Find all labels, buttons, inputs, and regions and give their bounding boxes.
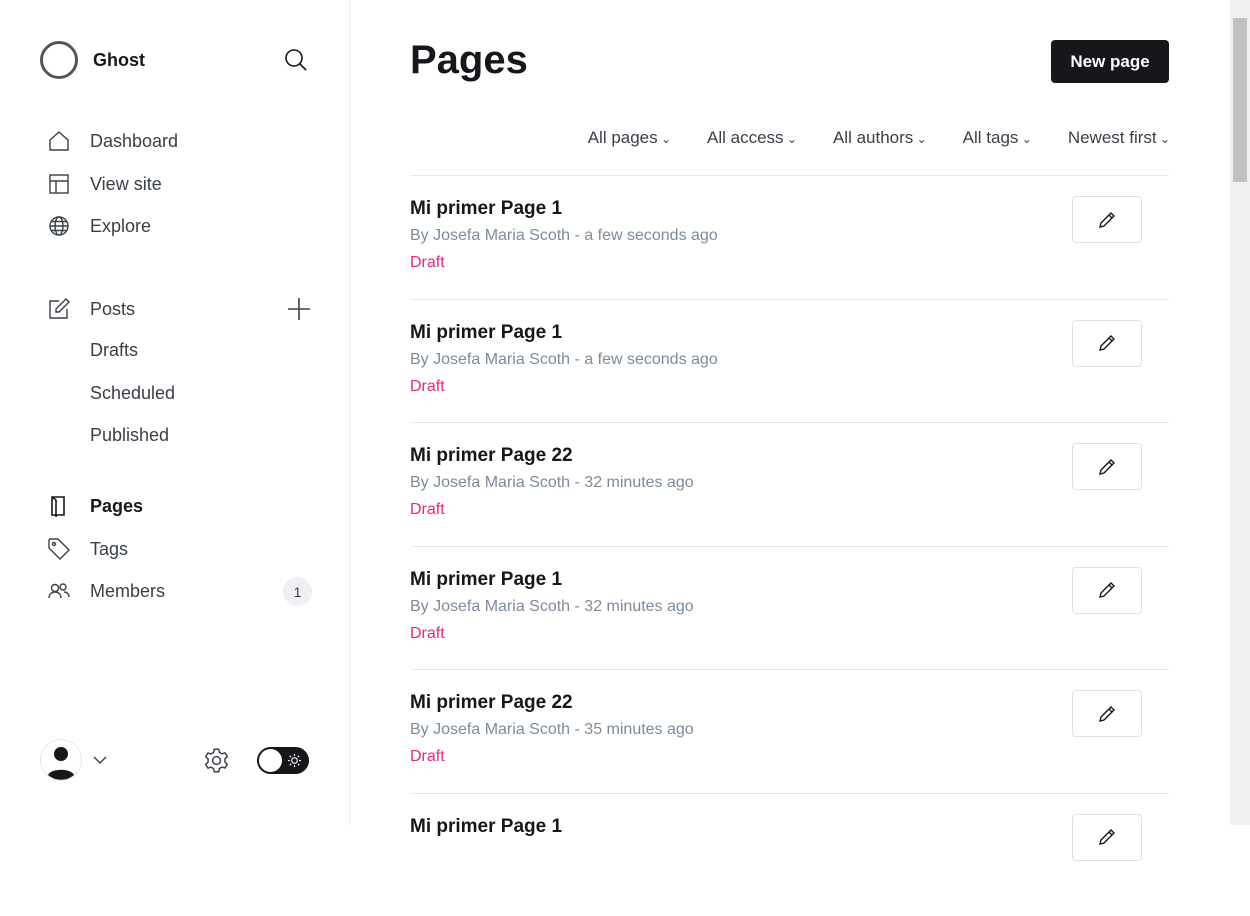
edit-button[interactable] bbox=[1072, 320, 1142, 367]
filter-type[interactable]: All pages bbox=[588, 128, 671, 148]
page-title: Pages bbox=[410, 38, 528, 83]
page-title-link[interactable]: Mi primer Page 1 bbox=[410, 569, 562, 591]
status-badge: Draft bbox=[410, 254, 445, 272]
layout-icon bbox=[47, 172, 71, 196]
page-title-link[interactable]: Mi primer Page 1 bbox=[410, 198, 562, 220]
sidebar-item-explore[interactable]: Explore bbox=[47, 214, 151, 238]
globe-icon bbox=[47, 214, 71, 238]
plus-icon[interactable] bbox=[287, 297, 311, 321]
chevron-down-icon[interactable] bbox=[92, 754, 108, 766]
pencil-icon bbox=[1097, 333, 1117, 353]
sidebar-label: Members bbox=[90, 581, 165, 602]
edit-button[interactable] bbox=[1072, 814, 1142, 861]
edit-icon bbox=[47, 297, 71, 321]
edit-button[interactable] bbox=[1072, 690, 1142, 737]
sidebar-label: Pages bbox=[90, 496, 143, 517]
table-row[interactable]: Mi primer Page 22 By Josefa Maria Scoth … bbox=[410, 669, 1169, 793]
status-badge: Draft bbox=[410, 748, 445, 766]
page-icon bbox=[47, 494, 71, 518]
sidebar-label: Explore bbox=[90, 216, 151, 237]
avatar[interactable] bbox=[40, 739, 82, 781]
table-row[interactable]: Mi primer Page 1 By Josefa Maria Scoth -… bbox=[410, 299, 1169, 423]
pencil-icon bbox=[1097, 210, 1117, 230]
filter-access[interactable]: All access bbox=[707, 128, 797, 148]
pencil-icon bbox=[1097, 580, 1117, 600]
sort-order[interactable]: Newest first bbox=[1068, 128, 1170, 148]
sidebar-item-published[interactable]: Published bbox=[90, 425, 169, 446]
page-title-link[interactable]: Mi primer Page 22 bbox=[410, 692, 573, 714]
page-meta: By Josefa Maria Scoth - 32 minutes ago bbox=[410, 598, 694, 616]
page-meta: By Josefa Maria Scoth - 35 minutes ago bbox=[410, 721, 694, 739]
page-title-link[interactable]: Mi primer Page 1 bbox=[410, 322, 562, 344]
sidebar: Ghost Dashboard View site Explore Posts … bbox=[0, 0, 350, 825]
tag-icon bbox=[47, 537, 71, 561]
page-meta: By Josefa Maria Scoth - 32 minutes ago bbox=[410, 474, 694, 492]
gear-icon[interactable] bbox=[203, 747, 230, 774]
table-row[interactable]: Mi primer Page 1 By Josefa Maria Scoth -… bbox=[410, 175, 1169, 299]
sidebar-item-members[interactable]: Members bbox=[47, 579, 165, 603]
scrollbar-thumb[interactable] bbox=[1233, 18, 1247, 182]
edit-button[interactable] bbox=[1072, 443, 1142, 490]
edit-button[interactable] bbox=[1072, 196, 1142, 243]
pencil-icon bbox=[1097, 827, 1117, 847]
table-row[interactable]: Mi primer Page 1 By Josefa Maria Scoth -… bbox=[410, 546, 1169, 670]
scrollbar[interactable] bbox=[1230, 0, 1250, 825]
page-meta: By Josefa Maria Scoth - a few seconds ag… bbox=[410, 227, 718, 245]
page-title-link[interactable]: Mi primer Page 1 bbox=[410, 816, 562, 838]
pencil-icon bbox=[1097, 457, 1117, 477]
theme-toggle[interactable] bbox=[257, 747, 309, 774]
members-count-badge: 1 bbox=[283, 577, 312, 606]
table-row[interactable]: Mi primer Page 22 By Josefa Maria Scoth … bbox=[410, 422, 1169, 546]
filter-tags[interactable]: All tags bbox=[963, 128, 1032, 148]
members-icon bbox=[47, 579, 71, 603]
sidebar-label: Posts bbox=[90, 299, 135, 320]
ghost-logo-icon bbox=[40, 41, 78, 79]
sidebar-item-posts[interactable]: Posts bbox=[47, 297, 135, 321]
sidebar-item-view-site[interactable]: View site bbox=[47, 172, 162, 196]
status-badge: Draft bbox=[410, 501, 445, 519]
status-badge: Draft bbox=[410, 625, 445, 643]
sidebar-item-tags[interactable]: Tags bbox=[47, 537, 128, 561]
sidebar-item-dashboard[interactable]: Dashboard bbox=[47, 129, 178, 153]
filter-authors[interactable]: All authors bbox=[833, 128, 927, 148]
page-title-link[interactable]: Mi primer Page 22 bbox=[410, 445, 573, 467]
sidebar-item-drafts[interactable]: Drafts bbox=[90, 340, 138, 361]
sidebar-item-scheduled[interactable]: Scheduled bbox=[90, 383, 175, 404]
sun-icon bbox=[287, 753, 302, 768]
table-row[interactable]: Mi primer Page 1 bbox=[410, 793, 1169, 916]
sidebar-label: View site bbox=[90, 174, 162, 195]
pencil-icon bbox=[1097, 704, 1117, 724]
search-icon[interactable] bbox=[284, 48, 308, 72]
home-icon bbox=[47, 129, 71, 153]
sidebar-item-pages[interactable]: Pages bbox=[47, 494, 143, 518]
filter-bar: All pages All access All authors All tag… bbox=[588, 128, 1170, 148]
sidebar-label: Tags bbox=[90, 539, 128, 560]
new-page-button[interactable]: New page bbox=[1051, 40, 1169, 83]
sidebar-label: Dashboard bbox=[90, 131, 178, 152]
edit-button[interactable] bbox=[1072, 567, 1142, 614]
status-badge: Draft bbox=[410, 378, 445, 396]
pages-list: Mi primer Page 1 By Josefa Maria Scoth -… bbox=[410, 175, 1169, 916]
brand[interactable]: Ghost bbox=[40, 41, 145, 79]
brand-name: Ghost bbox=[93, 50, 145, 71]
page-meta: By Josefa Maria Scoth - a few seconds ag… bbox=[410, 351, 718, 369]
